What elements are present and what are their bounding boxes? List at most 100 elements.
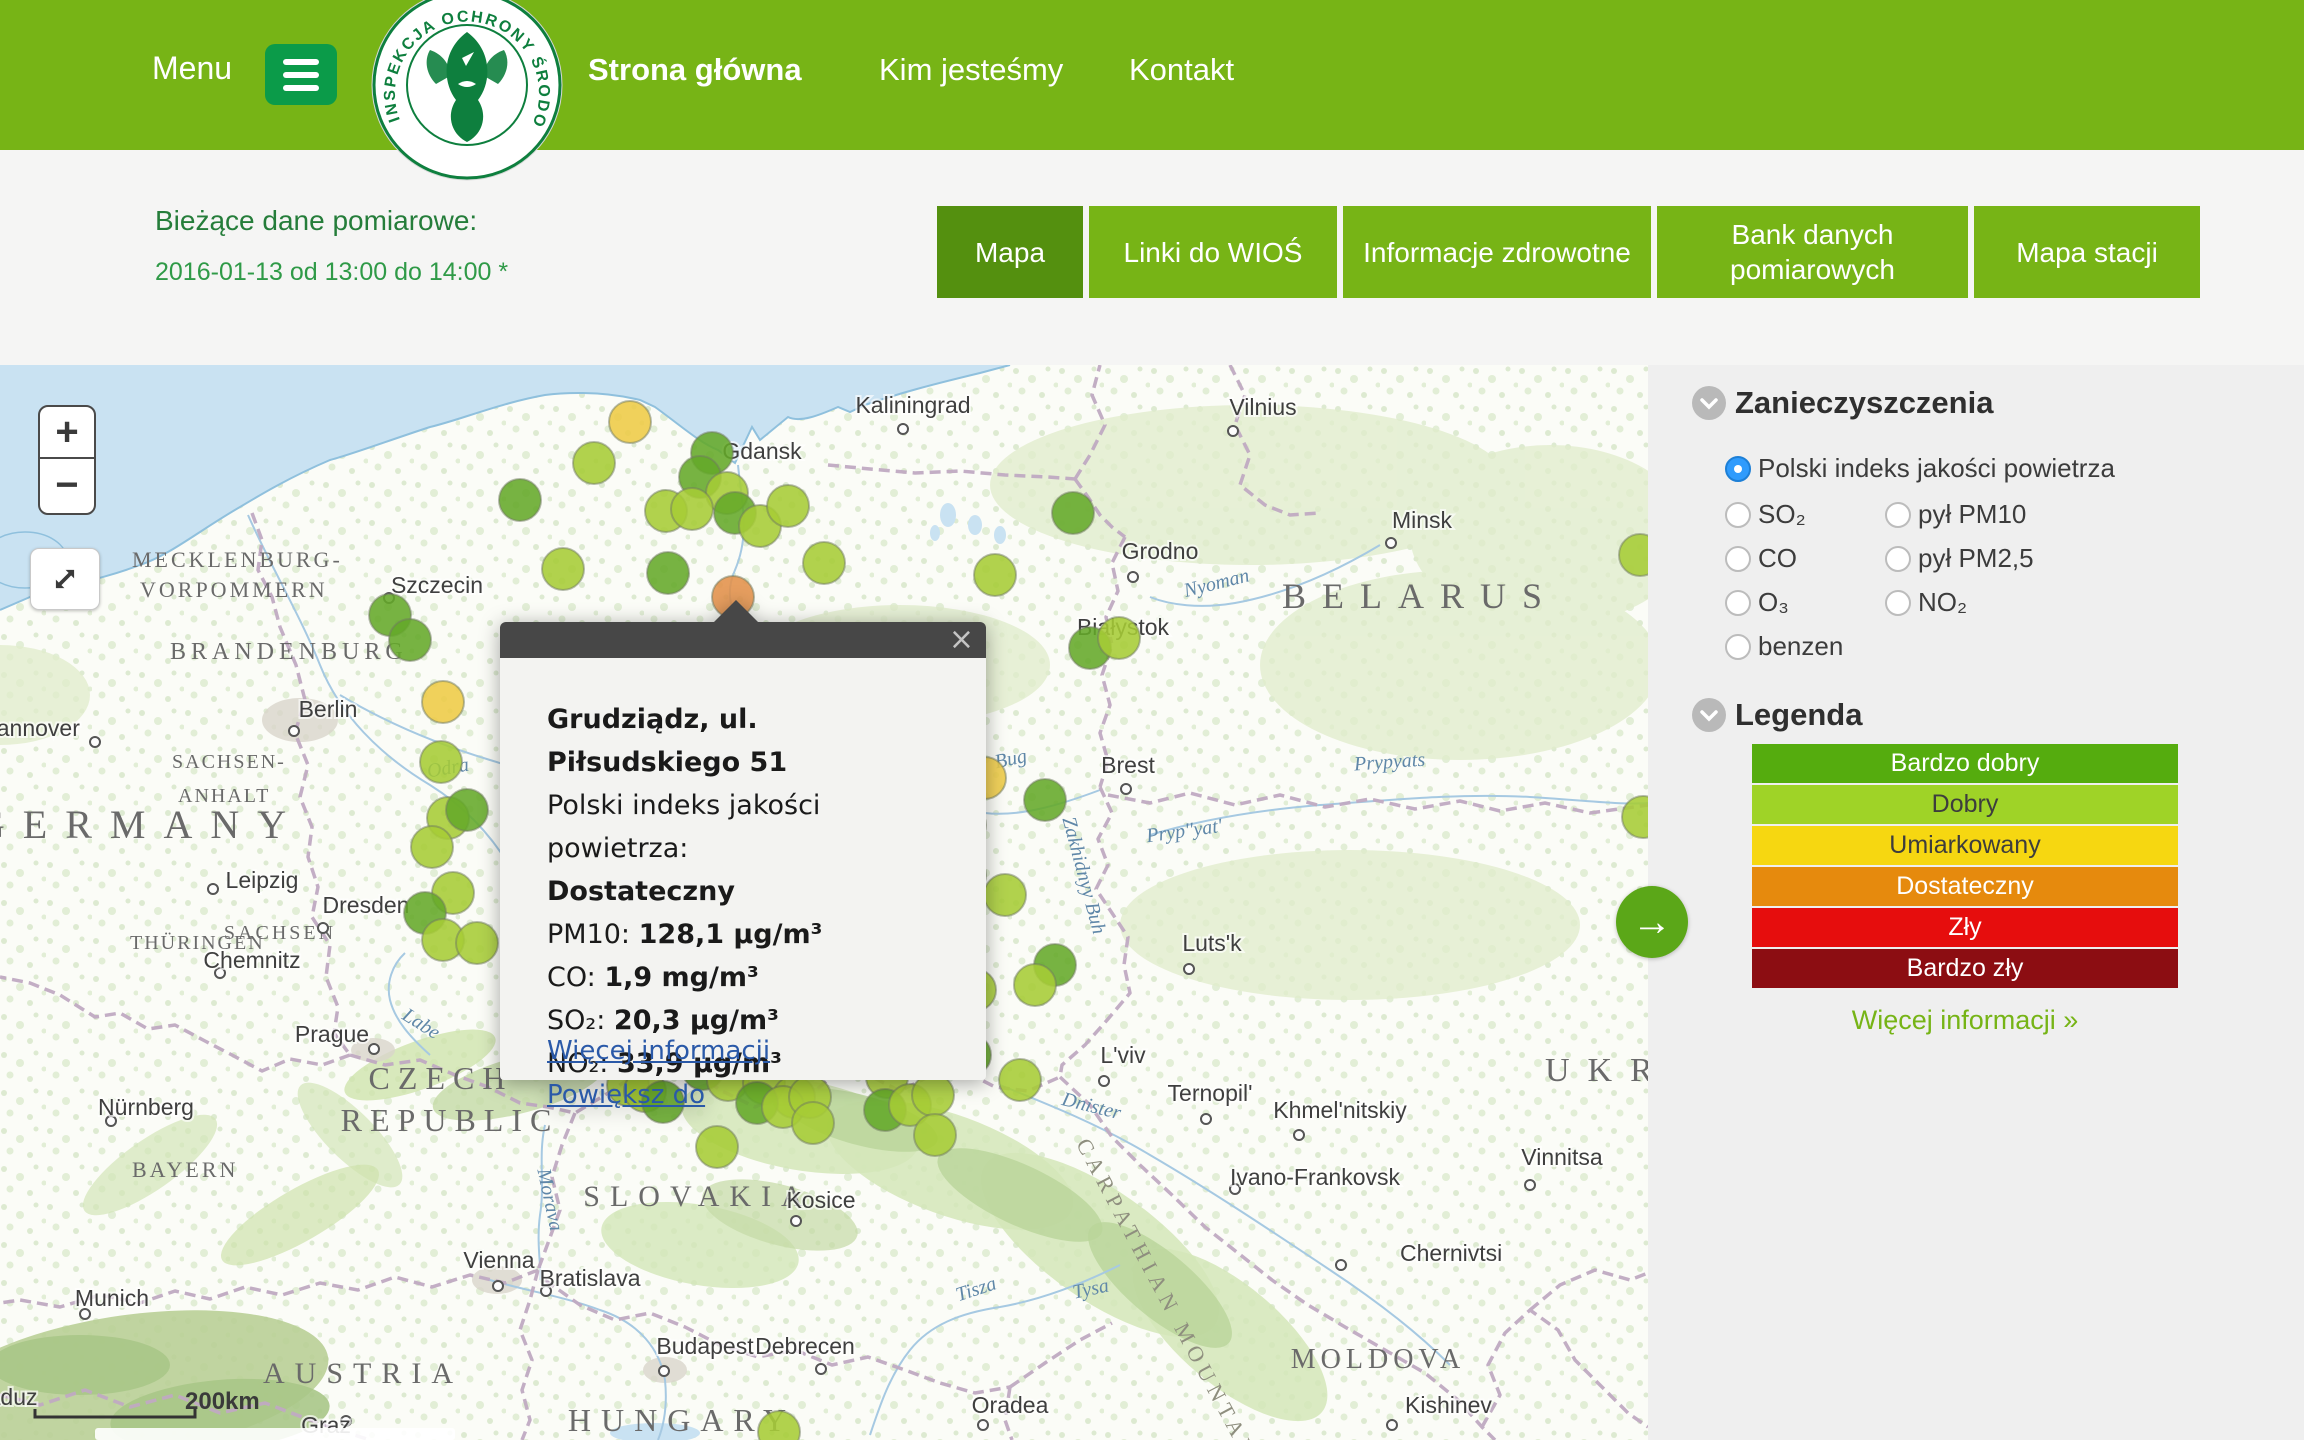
station-dot[interactable] (647, 552, 689, 594)
map-city-marker (318, 923, 328, 933)
station-dot[interactable] (1098, 617, 1140, 659)
map-region-label: BELARUS (1282, 576, 1558, 616)
station-dot[interactable] (499, 479, 541, 521)
map-city-label: Oradea (972, 1392, 1049, 1418)
radio-icon[interactable] (1885, 502, 1911, 528)
station-dot[interactable] (542, 548, 584, 590)
nav-kontakt[interactable]: Kontakt (1129, 52, 1234, 88)
tab-bar: MapaLinki do WIOŚInformacje zdrowotneBan… (937, 206, 2200, 298)
right-panel: Zanieczyszczenia Polski indeks jakości p… (1648, 365, 2304, 1440)
map-region-label: MECKLENBURG- (132, 547, 343, 572)
tab-mapa[interactable]: Mapa (937, 206, 1083, 298)
station-dot[interactable] (573, 442, 615, 484)
radio-option-py-pm2-5[interactable]: pył PM2,5 (1885, 543, 2034, 574)
radio-option-co[interactable]: CO (1725, 543, 1797, 574)
legend-item: Bardzo dobry (1752, 744, 2178, 783)
map-city-label: Luts'k (1182, 930, 1242, 956)
radio-icon[interactable] (1725, 590, 1751, 616)
tab-informacje-zdrowotne[interactable]: Informacje zdrowotne (1343, 206, 1651, 298)
station-dot[interactable] (456, 922, 498, 964)
station-dot[interactable] (671, 488, 713, 530)
right-arrow-icon: → (1632, 902, 1672, 942)
popup-body: Grudziądz, ul. Piłsudskiego 51 Polski in… (500, 658, 986, 1080)
zoom-to-link[interactable]: Powiększ do (547, 1074, 705, 1117)
tab-mapa-stacji[interactable]: Mapa stacji (1974, 206, 2200, 298)
map-city-marker (1099, 1076, 1109, 1086)
station-dot[interactable] (389, 619, 431, 661)
radio-option-polski-indeks[interactable]: Polski indeks jakości powietrza (1725, 453, 2115, 484)
expand-icon (48, 562, 82, 596)
map-city-marker (816, 1364, 826, 1374)
radio-option-o-[interactable]: O₃ (1725, 587, 1789, 618)
map-city-label: Chemnitz (203, 947, 300, 973)
zoom-in-button[interactable]: + (40, 407, 94, 459)
map-city-label: Minsk (1392, 507, 1453, 533)
chevron-down-icon (1692, 698, 1726, 732)
radio-icon[interactable] (1885, 590, 1911, 616)
close-icon[interactable]: × (949, 623, 974, 657)
station-dot[interactable] (999, 1059, 1041, 1101)
map-city-label: Szczecin (391, 572, 483, 598)
legend-section-header[interactable]: Legenda (1692, 697, 1862, 733)
popup-pointer (713, 600, 759, 623)
station-popup: × Grudziądz, ul. Piłsudskiego 51 Polski … (500, 622, 986, 1080)
legend-item: Dobry (1752, 785, 2178, 824)
nav-kim-jestesmy[interactable]: Kim jesteśmy (879, 52, 1063, 88)
radio-icon[interactable] (1885, 546, 1911, 572)
map-city-marker (289, 726, 299, 736)
tab-bank-danych-pomiarowych[interactable]: Bank danych pomiarowych (1657, 206, 1968, 298)
station-dot[interactable] (422, 681, 464, 723)
map-city-label: Chernivtsi (1400, 1240, 1502, 1266)
station-dot[interactable] (1024, 779, 1066, 821)
gios-logo[interactable]: INSPEKCJA OCHRONY ŚRODOWISKA (370, 0, 564, 182)
radio-icon[interactable] (1725, 634, 1751, 660)
station-dot[interactable] (767, 485, 809, 527)
fullscreen-button[interactable] (30, 548, 100, 610)
tab-linki-do-wio-[interactable]: Linki do WIOŚ (1089, 206, 1337, 298)
hamburger-icon (283, 59, 319, 65)
radio-icon[interactable] (1725, 502, 1751, 528)
pollutants-section-header[interactable]: Zanieczyszczenia (1692, 385, 1993, 421)
radio-icon[interactable] (1725, 456, 1751, 482)
station-dot[interactable] (974, 554, 1016, 596)
station-dot[interactable] (446, 789, 488, 831)
station-dot[interactable] (1014, 964, 1056, 1006)
map-city-marker (1336, 1260, 1346, 1270)
radio-icon[interactable] (1725, 546, 1751, 572)
map-city-label: Vienna (463, 1247, 534, 1273)
map-city-marker (1201, 1114, 1211, 1124)
radio-option-py-pm10[interactable]: pył PM10 (1885, 499, 2026, 530)
nav-strona-glowna[interactable]: Strona główna (588, 52, 802, 88)
station-dot[interactable] (696, 1126, 738, 1168)
radio-label: pył PM2,5 (1918, 543, 2034, 574)
legend-more-link[interactable]: Więcej informacji » (1752, 1005, 2178, 1036)
station-dot[interactable] (803, 542, 845, 584)
map-city-label: Gdansk (722, 438, 802, 464)
station-dot[interactable] (792, 1102, 834, 1144)
zoom-controls: + − (38, 405, 96, 515)
panel-collapse-arrow-button[interactable]: → (1616, 886, 1688, 958)
station-dot[interactable] (420, 741, 462, 783)
menu-label[interactable]: Menu (152, 50, 232, 87)
radio-label: pył PM10 (1918, 499, 2026, 530)
radio-option-so-[interactable]: SO₂ (1725, 499, 1806, 530)
map-region-label: REPUBLIC (341, 1102, 560, 1138)
map-city-label: Leipzig (226, 867, 299, 893)
map-city-label: Ivano-Frankovsk (1230, 1164, 1401, 1190)
more-info-link[interactable]: Więcej informacji (547, 1030, 770, 1073)
map-city-label: Vilnius (1229, 394, 1296, 420)
station-dot[interactable] (914, 1114, 956, 1156)
radio-option-no-[interactable]: NO₂ (1885, 587, 1967, 618)
map-region-label: CZECH (369, 1060, 514, 1096)
hamburger-menu-button[interactable] (265, 44, 337, 105)
station-dot[interactable] (984, 874, 1026, 916)
map-city-label: Khmel'nitskiy (1273, 1097, 1407, 1123)
radio-option-benzen[interactable]: benzen (1725, 631, 1843, 662)
station-dot[interactable] (1052, 492, 1094, 534)
zoom-out-button[interactable]: − (40, 459, 94, 511)
map-city-label: L'viv (1100, 1042, 1146, 1068)
map-city-marker (1525, 1180, 1535, 1190)
station-dot[interactable] (411, 826, 453, 868)
station-dot[interactable] (609, 401, 651, 443)
scale-label: 200km (185, 1388, 260, 1415)
